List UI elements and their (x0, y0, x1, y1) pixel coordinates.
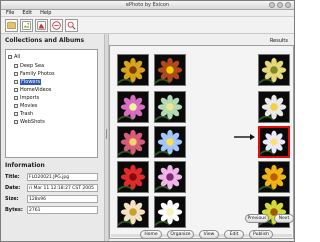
tree-item-label: Flowers (20, 78, 42, 85)
thumbnail[interactable] (117, 161, 149, 193)
folder-icon (14, 95, 18, 100)
thumbnail[interactable] (154, 91, 186, 123)
publish-button[interactable]: Publish (249, 230, 273, 239)
folder-icon (14, 119, 18, 124)
info-bytes-field[interactable]: 2761 (27, 206, 98, 214)
folder-icon (14, 63, 18, 68)
app-window: ePhoto by Exicon File Edit Help Collecti… (0, 0, 295, 242)
window-controls (269, 2, 291, 8)
edit-button[interactable]: Edit (224, 230, 244, 239)
info-row-bytes: Bytes: 2761 (5, 206, 98, 214)
thumbnail[interactable] (154, 54, 186, 86)
thumbnail[interactable] (117, 126, 149, 158)
results-label: Results (269, 38, 288, 44)
thumbnail[interactable] (258, 161, 290, 193)
organize-button[interactable]: Organize (167, 230, 194, 239)
tree-item-family-photos[interactable]: Family Photos (14, 70, 55, 77)
menu-help[interactable]: Help (40, 10, 51, 16)
toolbar (1, 17, 294, 34)
minimize-button[interactable] (269, 2, 275, 8)
folder-icon (14, 79, 18, 84)
menu-bar: File Edit Help (1, 10, 294, 17)
information-panel: Title: FLO20021.JPG.jpg Date: ri Mar 11 … (5, 173, 98, 241)
thumbnail[interactable] (258, 91, 290, 123)
maximize-button[interactable] (277, 2, 283, 8)
info-key: Date: (5, 185, 21, 191)
new-collection-icon[interactable] (5, 19, 18, 32)
tree-item-label: WebShots (20, 118, 45, 125)
tree-item-trash[interactable]: Trash (14, 110, 33, 117)
photo-icon[interactable] (20, 19, 33, 32)
results-panel: Results Previous Next Home Organize View… (109, 34, 294, 241)
tree-item-webshots[interactable]: WebShots (14, 118, 45, 125)
information-title: Information (5, 162, 45, 169)
thumbnail[interactable] (258, 54, 290, 86)
previous-button[interactable]: Previous (245, 214, 269, 223)
thumbnail[interactable] (154, 196, 186, 228)
tree-item-imports[interactable]: Imports (14, 94, 39, 101)
next-button[interactable]: Next (274, 214, 294, 223)
arrow-icon (234, 134, 255, 140)
tree-item-homevideos[interactable]: HomeVideos (14, 86, 51, 93)
close-button[interactable] (285, 2, 291, 8)
info-size-field[interactable]: 128x96 (27, 195, 98, 203)
info-row-size: Size: 128x96 (5, 195, 98, 203)
tree-item-flowers[interactable]: Flowers (14, 78, 42, 85)
import-icon[interactable] (35, 19, 48, 32)
collections-tree: All Deep Sea Family Photos Flowers HomeV… (5, 49, 98, 158)
home-button[interactable]: Home (140, 230, 162, 239)
thumbnail[interactable] (117, 196, 149, 228)
thumbnail[interactable] (154, 126, 186, 158)
tree-item-movies[interactable]: Movies (14, 102, 37, 109)
tree-item-label: Imports (20, 94, 40, 101)
folder-icon (14, 87, 18, 92)
tree-item-all[interactable]: All (8, 53, 20, 60)
trash-icon (14, 111, 18, 116)
menu-file[interactable]: File (6, 10, 14, 16)
splitter-grip (106, 129, 107, 139)
left-panel: Collections and Albums All Deep Sea Fami… (1, 34, 104, 241)
thumbnail[interactable] (154, 161, 186, 193)
tree-item-label: All (14, 53, 21, 60)
folder-icon (14, 71, 18, 76)
tree-item-label: Trash (20, 110, 34, 117)
info-key: Size: (5, 196, 19, 202)
window-title: ePhoto by Exicon (125, 2, 170, 8)
folder-icon (14, 103, 18, 108)
webshot-icon[interactable] (50, 19, 63, 32)
tree-item-label: Movies (20, 102, 38, 109)
info-title-field[interactable]: FLO20021.JPG.jpg (27, 173, 98, 181)
info-key: Title: (5, 174, 20, 180)
thumbnail[interactable] (117, 91, 149, 123)
tree-item-deep-sea[interactable]: Deep Sea (14, 62, 44, 69)
thumbnail-grid (109, 45, 294, 239)
title-bar: ePhoto by Exicon (1, 1, 294, 10)
thumbnail[interactable] (117, 54, 149, 86)
info-date-field[interactable]: ri Mar 11 12:18:27 CST 2005 (27, 184, 98, 192)
info-key: Bytes: (5, 207, 23, 213)
menu-edit[interactable]: Edit (22, 10, 32, 16)
tree-item-label: HomeVideos (20, 86, 52, 93)
view-button[interactable]: View (199, 230, 219, 239)
search-icon[interactable] (65, 19, 78, 32)
thumbnail[interactable] (258, 196, 290, 228)
info-row-date: Date: ri Mar 11 12:18:27 CST 2005 (5, 184, 98, 192)
collections-title: Collections and Albums (5, 37, 85, 44)
tree-item-label: Family Photos (20, 70, 55, 77)
folder-icon (8, 54, 12, 59)
info-row-title: Title: FLO20021.JPG.jpg (5, 173, 98, 181)
tree-item-label: Deep Sea (20, 62, 45, 69)
thumbnail-selected[interactable] (258, 126, 290, 158)
